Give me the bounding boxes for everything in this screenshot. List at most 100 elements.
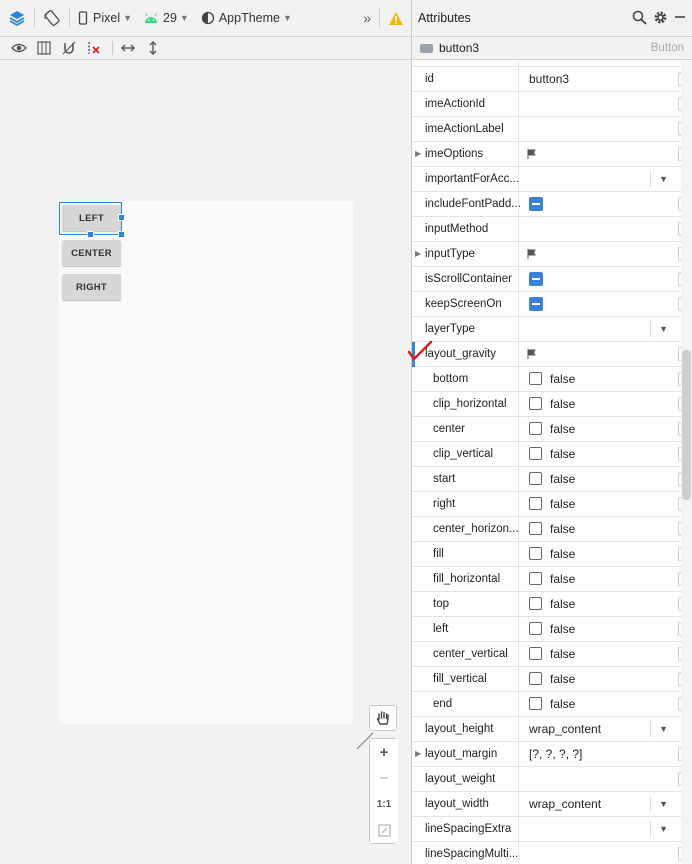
design-canvas[interactable]: LEFT CENTER RIGHT + − 1:1: [0, 61, 410, 864]
attribute-value-cell[interactable]: false: [518, 542, 682, 566]
attribute-row[interactable]: fill_vertical false: [412, 667, 682, 692]
expand-triangle-icon[interactable]: ▶: [415, 142, 421, 166]
attribute-row[interactable]: ▶ imeOptions: [412, 142, 682, 167]
gravity-checkbox[interactable]: [529, 522, 542, 535]
settings-button[interactable]: [653, 10, 668, 28]
dropdown-arrow-icon[interactable]: ▼: [659, 792, 668, 816]
gravity-checkbox[interactable]: [529, 672, 542, 685]
attribute-value-cell[interactable]: false: [518, 367, 682, 391]
attribute-row[interactable]: layerType ▼: [412, 317, 682, 342]
attribute-row[interactable]: bottom false: [412, 367, 682, 392]
autoconnect-toggle[interactable]: [58, 38, 80, 58]
attribute-row[interactable]: ▶ layout_margin [?, ?, ?, ?]: [412, 742, 682, 767]
attribute-row[interactable]: keepScreenOn: [412, 292, 682, 317]
zoom-out-button[interactable]: −: [370, 765, 398, 791]
gravity-checkbox[interactable]: [529, 647, 542, 660]
expand-triangle-icon[interactable]: ▶: [415, 742, 421, 766]
attribute-value-cell[interactable]: [518, 217, 682, 241]
attribute-value-cell[interactable]: [518, 92, 682, 116]
overflow-button[interactable]: »: [359, 0, 375, 37]
attribute-row[interactable]: center false: [412, 417, 682, 442]
attribute-row[interactable]: fill false: [412, 542, 682, 567]
attribute-value-cell[interactable]: false: [518, 392, 682, 416]
zoom-in-button[interactable]: +: [370, 739, 398, 765]
zoom-actual-size-button[interactable]: 1:1: [370, 791, 398, 817]
device-dropdown[interactable]: Pixel ▼: [74, 0, 136, 37]
flag-icon[interactable]: [527, 249, 536, 259]
attribute-row[interactable]: imeActionId: [412, 92, 682, 117]
attribute-value-cell[interactable]: false: [518, 667, 682, 691]
gravity-checkbox[interactable]: [529, 422, 542, 435]
preview-button-right[interactable]: RIGHT: [62, 274, 121, 300]
attribute-row[interactable]: lineSpacingExtra ▼: [412, 817, 682, 842]
attribute-value-cell[interactable]: [518, 767, 682, 791]
flag-icon[interactable]: [527, 149, 536, 159]
dropdown-arrow-icon[interactable]: ▼: [659, 817, 668, 841]
attribute-row[interactable]: top false: [412, 592, 682, 617]
clear-constraints-button[interactable]: [83, 38, 105, 58]
attribute-row[interactable]: layout_height wrap_content ▼: [412, 717, 682, 742]
dropdown-arrow-icon[interactable]: ▼: [659, 317, 668, 341]
resize-handle-bottom-right[interactable]: [118, 231, 125, 238]
attribute-value-cell[interactable]: ▼: [518, 167, 682, 191]
attribute-value-cell[interactable]: false: [518, 567, 682, 591]
zoom-to-fit-button[interactable]: [370, 817, 398, 843]
dropdown-value[interactable]: wrap_content: [529, 792, 601, 816]
expand-triangle-icon[interactable]: ▶: [415, 242, 421, 266]
attribute-value-cell[interactable]: wrap_content ▼: [518, 792, 682, 816]
attribute-value-cell[interactable]: [?, ?, ?, ?]: [518, 742, 682, 766]
attribute-row[interactable]: ▶ inputType: [412, 242, 682, 267]
gravity-checkbox[interactable]: [529, 472, 542, 485]
attribute-value-cell[interactable]: [518, 267, 682, 291]
attributes-scrollbar-thumb[interactable]: [682, 350, 691, 500]
attribute-value-cell[interactable]: false: [518, 417, 682, 441]
gravity-checkbox[interactable]: [529, 597, 542, 610]
gravity-checkbox[interactable]: [529, 572, 542, 585]
attribute-row[interactable]: layout_width wrap_content ▼: [412, 792, 682, 817]
attribute-value-cell[interactable]: false: [518, 517, 682, 541]
resize-handle-bottom[interactable]: [87, 231, 94, 238]
tristate-minus-icon[interactable]: [529, 272, 543, 286]
attribute-value-cell[interactable]: false: [518, 442, 682, 466]
expand-horizontal-button[interactable]: [117, 38, 139, 58]
api-level-dropdown[interactable]: 29 ▼: [140, 0, 193, 37]
attribute-value-cell[interactable]: false: [518, 592, 682, 616]
gravity-checkbox[interactable]: [529, 622, 542, 635]
warnings-button[interactable]: [384, 0, 412, 37]
attribute-row[interactable]: clip_vertical false: [412, 442, 682, 467]
attribute-value-cell[interactable]: [518, 142, 682, 166]
attribute-value-cell[interactable]: wrap_content ▼: [518, 717, 682, 741]
attribute-value-cell[interactable]: false: [518, 692, 682, 716]
gravity-checkbox[interactable]: [529, 447, 542, 460]
attribute-row[interactable]: clip_horizontal false: [412, 392, 682, 417]
theme-dropdown[interactable]: AppTheme ▼: [197, 0, 296, 37]
attribute-value[interactable]: button3: [529, 67, 569, 91]
attribute-value[interactable]: [?, ?, ?, ?]: [529, 742, 582, 766]
attribute-value-cell[interactable]: false: [518, 492, 682, 516]
resize-handle-right[interactable]: [118, 214, 125, 221]
attribute-value-cell[interactable]: false: [518, 467, 682, 491]
attribute-row[interactable]: left false: [412, 617, 682, 642]
attribute-row[interactable]: id button3: [412, 67, 682, 92]
gravity-checkbox[interactable]: [529, 372, 542, 385]
attribute-row[interactable]: center_vertical false: [412, 642, 682, 667]
attribute-row[interactable]: isScrollContainer: [412, 267, 682, 292]
gravity-checkbox[interactable]: [529, 397, 542, 410]
attribute-value-cell[interactable]: false: [518, 642, 682, 666]
attribute-value-cell[interactable]: [518, 192, 682, 216]
dropdown-value[interactable]: wrap_content: [529, 717, 601, 741]
attribute-row[interactable]: right false: [412, 492, 682, 517]
gravity-checkbox[interactable]: [529, 497, 542, 510]
attribute-row[interactable]: includeFontPadd...: [412, 192, 682, 217]
attribute-value-cell[interactable]: ▼: [518, 317, 682, 341]
layers-button[interactable]: [0, 0, 30, 37]
attribute-row[interactable]: layout_weight: [412, 767, 682, 792]
preview-button-left[interactable]: LEFT: [62, 205, 121, 231]
attribute-row[interactable]: imeActionLabel: [412, 117, 682, 142]
blueprint-toggle[interactable]: [33, 38, 55, 58]
attribute-row[interactable]: lineSpacingMulti...: [412, 842, 682, 864]
tristate-minus-icon[interactable]: [529, 197, 543, 211]
gravity-checkbox[interactable]: [529, 697, 542, 710]
attribute-value-cell[interactable]: [518, 242, 682, 266]
attribute-row[interactable]: start false: [412, 467, 682, 492]
